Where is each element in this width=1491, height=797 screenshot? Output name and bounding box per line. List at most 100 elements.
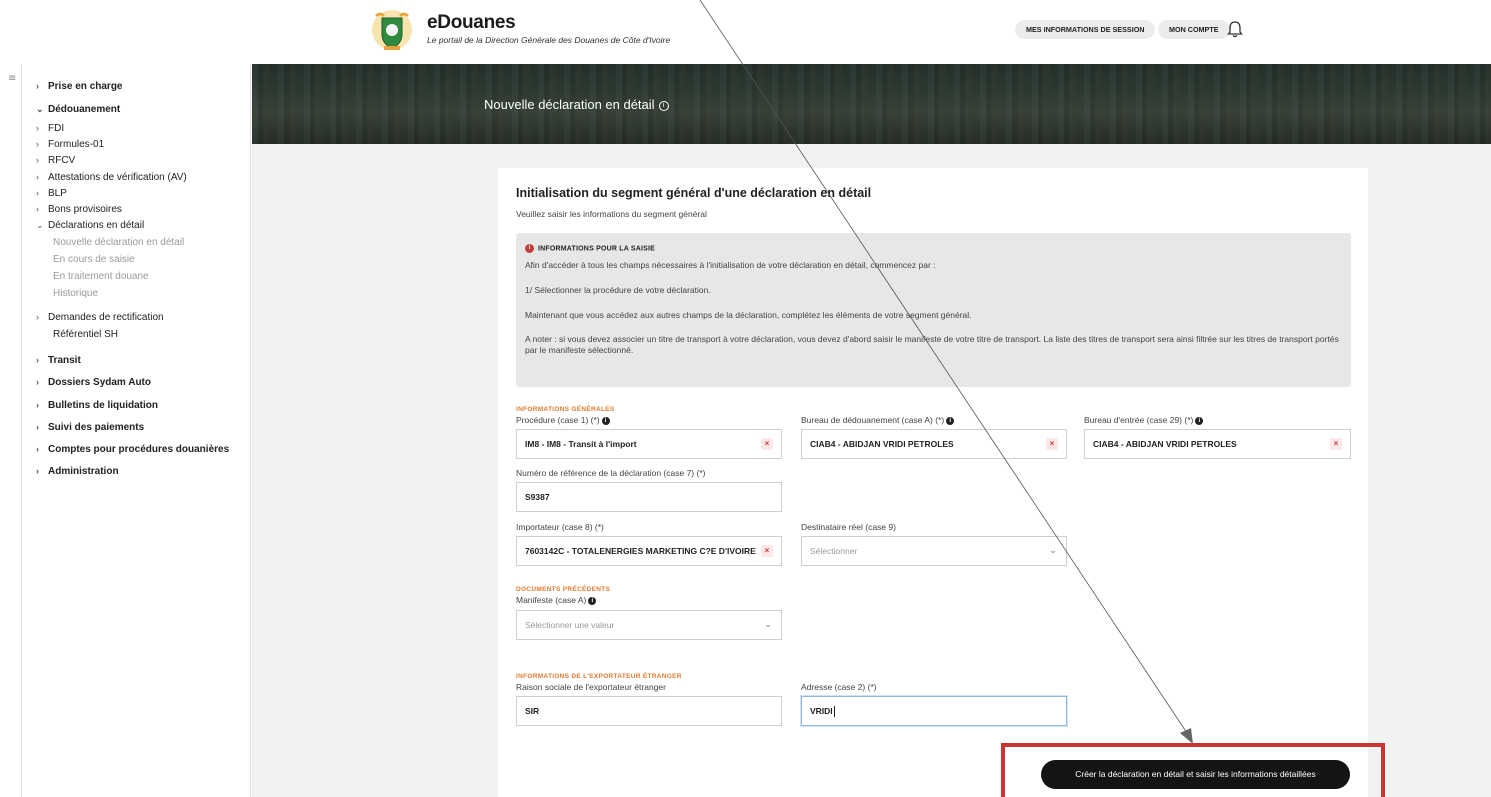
sidebar-item-en-traitement-douane[interactable]: En traitement douane — [53, 271, 149, 282]
form-subtitle: Veuillez saisir les informations du segm… — [516, 209, 707, 219]
sidebar-item-comptes-procedures[interactable]: › Comptes pour procédures douanières — [36, 444, 229, 455]
sidebar-nav: › Prise en charge ⌄ Dédouanement › FDI › For… — [22, 64, 251, 797]
sidebar-item-label: Formules-01 — [48, 139, 105, 150]
chevron-down-icon: ⌄ — [1049, 545, 1057, 555]
sidebar-item-label: Comptes pour procédures douanières — [48, 444, 230, 455]
manifeste-select[interactable]: Sélectionner une valeur ⌄ — [516, 610, 782, 640]
bureau-dedouanement-select[interactable]: CIAB4 - ABIDJAN VRIDI PETROLES × — [801, 429, 1067, 459]
info-paragraph: Maintenant que vous accédez aux autres c… — [525, 310, 972, 320]
sidebar-item-label: Administration — [48, 466, 119, 477]
sidebar-item-label: Suivi des paiements — [48, 422, 145, 433]
info-icon[interactable]: i — [1195, 416, 1204, 425]
sidebar-item-declarations-en-detail[interactable]: ⌄ Déclarations en détail — [36, 220, 144, 231]
sidebar-item-dedouanement[interactable]: ⌄ Dédouanement — [36, 104, 120, 115]
menu-icon[interactable]: ≡ — [8, 73, 16, 84]
info-box: i INFORMATIONS POUR LA SAISIE Afin d'accé… — [516, 233, 1351, 387]
chevron-right-icon: › — [36, 204, 39, 214]
sidebar-item-label: FDI — [48, 123, 65, 134]
annotation-highlight-box — [1001, 743, 1385, 797]
clear-icon[interactable]: × — [761, 438, 773, 450]
sidebar-item-label: Prise en charge — [48, 81, 123, 92]
sidebar-item-demandes-rectification[interactable]: › Demandes de rectification — [36, 312, 164, 323]
chevron-right-icon: › — [36, 188, 39, 198]
sidebar-item-rfcv[interactable]: › RFCV — [36, 155, 75, 166]
numero-reference-input[interactable]: S9387 — [516, 482, 782, 512]
page-title: Nouvelle déclaration en détail i — [484, 97, 669, 112]
chevron-right-icon: › — [36, 123, 39, 133]
info-paragraph: 1/ Sélectionner la procédure de votre dé… — [525, 285, 711, 295]
importateur-select[interactable]: 7603142C - TOTALENERGIES MARKETING C?E D… — [516, 536, 782, 566]
importateur-label: Importateur (case 8) (*) — [516, 522, 604, 532]
sidebar-item-attestations[interactable]: › Attestations de vérification (AV) — [36, 172, 187, 183]
destinataire-select[interactable]: Sélectionner ⌄ — [801, 536, 1067, 566]
info-icon[interactable]: i — [601, 416, 610, 425]
info-icon[interactable]: i — [946, 416, 955, 425]
chevron-right-icon: › — [36, 400, 39, 410]
form-title: Initialisation du segment général d'une … — [516, 186, 872, 200]
procedure-label: Procédure (case 1) (*) i — [516, 415, 610, 425]
coat-of-arms-logo[interactable] — [370, 8, 414, 52]
clear-icon[interactable]: × — [761, 545, 773, 557]
info-icon[interactable]: i — [588, 596, 597, 605]
text-cursor — [833, 706, 835, 718]
sidebar-item-suivi-paiements[interactable]: › Suivi des paiements — [36, 422, 144, 433]
procedure-select[interactable]: IM8 - IM8 - Transit à l'import × — [516, 429, 782, 459]
section-heading-general: INFORMATIONS GÉNÉRALES — [516, 406, 615, 413]
info-icon: i — [525, 244, 534, 253]
page: eDouanes Le portail de la Direction Géné… — [0, 0, 1491, 797]
sidebar-item-fdi[interactable]: › FDI — [36, 123, 64, 134]
info-paragraph: Afin d'accéder à tous les champs nécessa… — [525, 260, 936, 270]
adresse-label: Adresse (case 2) (*) — [801, 682, 877, 692]
sidebar-item-prise-en-charge[interactable]: › Prise en charge — [36, 81, 122, 92]
my-account-button[interactable]: MON COMPTE — [1158, 20, 1230, 39]
chevron-right-icon: › — [36, 81, 39, 91]
chevron-right-icon: › — [36, 139, 39, 149]
numero-reference-label: Numéro de référence de la déclaration (c… — [516, 468, 706, 478]
top-header: eDouanes Le portail de la Direction Géné… — [0, 0, 1491, 64]
sidebar-item-transit[interactable]: › Transit — [36, 355, 81, 366]
sidebar-item-en-cours-de-saisie[interactable]: En cours de saisie — [53, 254, 135, 265]
chevron-right-icon: › — [36, 172, 39, 182]
sidebar-item-label: Bons provisoires — [48, 204, 122, 215]
chevron-down-icon: ⌄ — [764, 619, 772, 629]
bell-icon[interactable] — [1227, 20, 1243, 38]
sidebar-item-label: Attestations de vérification (AV) — [48, 172, 187, 183]
sidebar-item-bulletins-liquidation[interactable]: › Bulletins de liquidation — [36, 400, 158, 411]
destinataire-label: Destinataire réel (case 9) — [801, 522, 896, 532]
form-card: Initialisation du segment général d'une … — [498, 168, 1368, 797]
sidebar-item-label: Demandes de rectification — [48, 312, 164, 323]
adresse-input[interactable]: VRIDI — [801, 696, 1067, 726]
sidebar-item-label: Transit — [48, 355, 81, 366]
section-heading-previous-docs: DOCUMENTS PRÉCÉDENTS — [516, 586, 611, 593]
clear-icon[interactable]: × — [1330, 438, 1342, 450]
sidebar-item-nouvelle-declaration[interactable]: Nouvelle déclaration en détail — [53, 237, 184, 248]
raison-sociale-input[interactable]: SIR — [516, 696, 782, 726]
sidebar-item-historique[interactable]: Historique — [53, 288, 98, 299]
sidebar-item-administration[interactable]: › Administration — [36, 466, 119, 477]
brand-title[interactable]: eDouanes — [427, 12, 516, 34]
left-rail: ≡ — [0, 64, 22, 797]
clear-icon[interactable]: × — [1046, 438, 1058, 450]
chevron-right-icon: › — [36, 155, 39, 165]
sidebar-item-referentiel-sh[interactable]: Référentiel SH — [53, 329, 118, 340]
main-content: Initialisation du segment général d'une … — [252, 144, 1491, 797]
info-box-heading: i INFORMATIONS POUR LA SAISIE — [525, 244, 655, 253]
sidebar-item-blp[interactable]: › BLP — [36, 188, 67, 199]
sidebar-item-label: Bulletins de liquidation — [48, 400, 158, 411]
bureau-dedouanement-label: Bureau de dédouanement (case A) (*) i — [801, 415, 955, 425]
info-icon[interactable]: i — [658, 100, 669, 111]
raison-sociale-label: Raison sociale de l'exportateur étranger — [516, 682, 666, 692]
sidebar-item-dossiers-sydam[interactable]: › Dossiers Sydam Auto — [36, 377, 151, 388]
sidebar-item-label: BLP — [48, 188, 67, 199]
sidebar-item-formules-01[interactable]: › Formules-01 — [36, 139, 104, 150]
brand-subtitle: Le portail de la Direction Générale des … — [427, 35, 671, 45]
sidebar-item-bons-provisoires[interactable]: › Bons provisoires — [36, 204, 122, 215]
sidebar-item-label: RFCV — [48, 155, 76, 166]
session-info-button[interactable]: MES INFORMATIONS DE SESSION — [1015, 20, 1156, 39]
chevron-right-icon: › — [36, 466, 39, 476]
page-banner: Nouvelle déclaration en détail i — [252, 64, 1491, 144]
info-paragraph: A noter : si vous devez associer un titr… — [525, 334, 1339, 355]
sidebar-item-label: Dossiers Sydam Auto — [48, 377, 151, 388]
chevron-right-icon: › — [36, 312, 39, 322]
bureau-entree-select[interactable]: CIAB4 - ABIDJAN VRIDI PETROLES × — [1084, 429, 1351, 459]
